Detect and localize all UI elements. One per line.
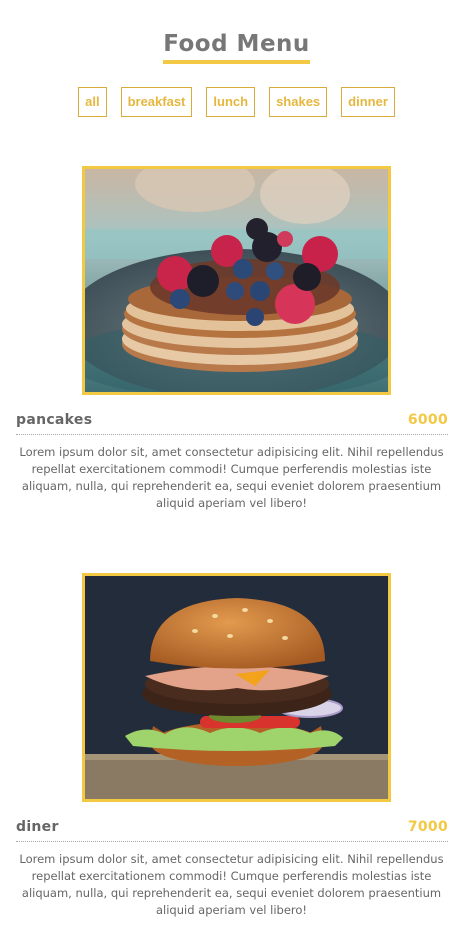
menu-item: diner 7000 Lorem ipsum dolor sit, amet c…	[0, 573, 473, 919]
item-name: pancakes	[16, 412, 93, 428]
filter-breakfast-button[interactable]: breakfast	[120, 87, 193, 117]
item-description: Lorem ipsum dolor sit, amet consectetur …	[19, 445, 444, 510]
menu-item: pancakes 6000 Lorem ipsum dolor sit, ame…	[0, 166, 473, 512]
filter-lunch-button[interactable]: lunch	[206, 87, 256, 117]
pancakes-photo	[82, 166, 391, 395]
item-header: diner 7000	[16, 819, 448, 842]
burger-image-icon	[85, 576, 388, 799]
menu-items: pancakes 6000 Lorem ipsum dolor sit, ame…	[0, 166, 473, 919]
filter-shakes-button[interactable]: shakes	[269, 87, 328, 117]
pancakes-image-icon	[85, 169, 388, 392]
item-header: pancakes 6000	[16, 412, 448, 435]
filter-dinner-button[interactable]: dinner	[341, 87, 395, 117]
filter-bar: all breakfast lunch shakes dinner	[0, 87, 473, 117]
page-title: Food Menu	[163, 30, 310, 64]
item-price: 6000	[407, 412, 448, 428]
menu-page: Food Menu all breakfast lunch shakes din…	[0, 0, 473, 940]
item-price: 7000	[407, 819, 448, 835]
item-name: diner	[16, 819, 59, 835]
burger-photo	[82, 573, 391, 802]
filter-all-button[interactable]: all	[78, 87, 107, 117]
item-description: Lorem ipsum dolor sit, amet consectetur …	[19, 852, 444, 917]
title-wrap: Food Menu	[0, 0, 473, 64]
